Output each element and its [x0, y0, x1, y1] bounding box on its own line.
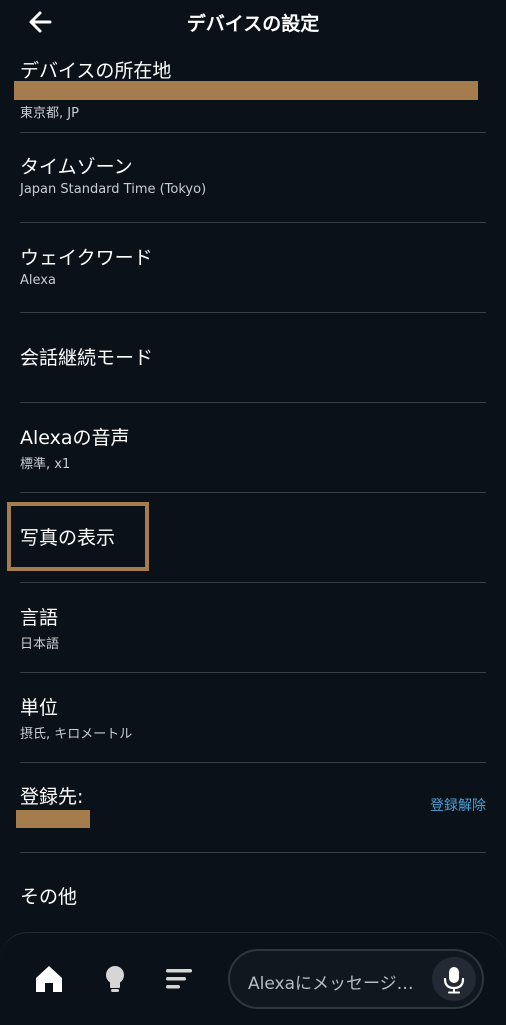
divider — [20, 312, 486, 313]
settings-item-title: 登録先: — [20, 786, 84, 808]
microphone-button[interactable] — [432, 957, 476, 1001]
settings-item-registered: 登録先: 登録解除 — [0, 764, 506, 852]
settings-item-timezone[interactable]: タイムゾーン Japan Standard Time (Tokyo) — [0, 134, 506, 222]
message-placeholder: Alexaにメッセージ… — [248, 974, 414, 994]
settings-item-value: 東京都, JP — [20, 106, 79, 121]
bottom-nav-bar: Alexaにメッセージ… — [0, 932, 506, 1025]
settings-item-title: ウェイクワード — [20, 247, 153, 269]
redaction-bar — [16, 810, 90, 828]
settings-item-value: 摂氏, キロメートル — [20, 727, 133, 742]
divider — [20, 852, 486, 853]
settings-item-other[interactable]: その他 — [0, 854, 506, 932]
settings-item-value: Alexa — [20, 273, 56, 288]
alexa-message-input[interactable]: Alexaにメッセージ… — [228, 949, 484, 1009]
settings-item-title: 会話継続モード — [20, 347, 154, 369]
settings-item-title: その他 — [20, 886, 78, 908]
app-header: デバイスの設定 — [0, 0, 506, 46]
list-icon — [166, 969, 192, 989]
nav-home[interactable] — [31, 961, 67, 997]
home-icon — [36, 966, 62, 992]
settings-item-units[interactable]: 単位 摂氏, キロメートル — [0, 674, 506, 762]
microphone-icon — [443, 967, 465, 994]
divider — [20, 582, 486, 583]
divider — [20, 672, 486, 673]
divider — [20, 402, 486, 403]
settings-item-language[interactable]: 言語 日本語 — [0, 584, 506, 672]
settings-item-value: 日本語 — [20, 637, 60, 652]
settings-item-alexa-voice[interactable]: Alexaの音声 標準, x1 — [0, 404, 506, 492]
settings-item-title: デバイスの所在地 — [20, 60, 172, 82]
settings-item-wakeword[interactable]: ウェイクワード Alexa — [0, 224, 506, 312]
nav-more[interactable] — [161, 961, 197, 997]
divider — [20, 762, 486, 763]
settings-item-title: 言語 — [20, 607, 59, 629]
settings-item-title: Alexaの音声 — [20, 427, 130, 449]
divider — [20, 492, 486, 493]
deregister-link[interactable]: 登録解除 — [430, 795, 486, 815]
settings-item-follow-up-mode[interactable]: 会話継続モード — [0, 314, 506, 402]
page-title: デバイスの設定 — [186, 13, 320, 35]
settings-item-title: タイムゾーン — [20, 156, 133, 178]
lightbulb-icon — [106, 966, 124, 992]
divider — [20, 222, 486, 223]
nav-devices[interactable] — [97, 961, 133, 997]
highlight-box — [7, 502, 149, 571]
settings-item-title: 単位 — [20, 697, 59, 719]
settings-item-value: 標準, x1 — [20, 457, 71, 472]
redaction-bar — [14, 81, 478, 100]
settings-item-value: Japan Standard Time (Tokyo) — [20, 182, 207, 197]
divider — [20, 132, 486, 133]
